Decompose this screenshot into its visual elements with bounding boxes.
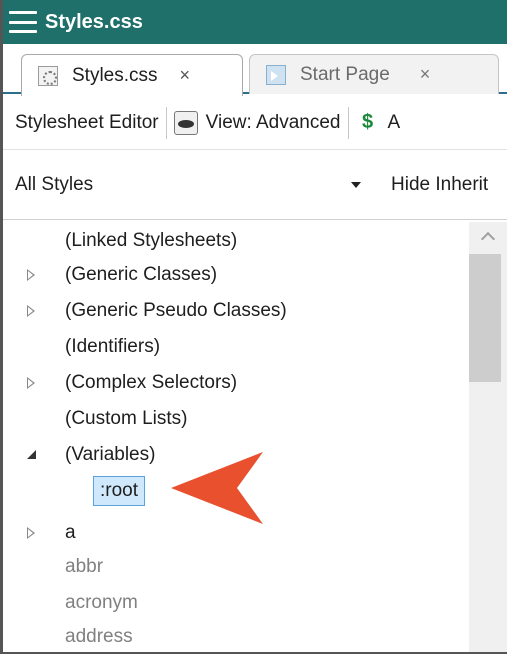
- start-page-icon: [266, 64, 286, 85]
- chevron-down-icon[interactable]: [351, 181, 361, 188]
- styles-tree: (Linked Stylesheets) (Generic Classes) (…: [3, 222, 469, 652]
- filter-bar: All Styles Hide Inherit: [3, 150, 507, 220]
- view-advanced-button[interactable]: View: Advanced: [206, 112, 341, 134]
- tree-node-label: (Linked Stylesheets): [65, 230, 238, 251]
- css-file-icon: [38, 65, 58, 86]
- tree-node-label: (Complex Selectors): [65, 372, 238, 393]
- toolbar-divider: [347, 106, 349, 139]
- vertical-scrollbar[interactable]: [469, 222, 507, 652]
- tab-strip: Styles.css × Start Page ×: [3, 44, 507, 96]
- styles-filter-dropdown[interactable]: All Styles: [15, 174, 371, 196]
- toolbar-divider: [165, 106, 167, 139]
- tree-node-label: (Custom Lists): [65, 408, 188, 429]
- callout-arrow-icon: [171, 452, 263, 524]
- tree-node-label: (Identifiers): [65, 336, 161, 357]
- tree-node-label: abbr: [65, 556, 104, 577]
- title-bar: Styles.css: [3, 0, 507, 44]
- eye-icon[interactable]: [173, 110, 198, 135]
- hamburger-icon[interactable]: [9, 11, 37, 33]
- toolbar: Stylesheet Editor View: Advanced $ A: [3, 96, 507, 150]
- scrollbar-thumb[interactable]: [469, 254, 501, 382]
- expand-arrow-icon[interactable]: [27, 377, 37, 389]
- tab-styles-css[interactable]: Styles.css ×: [21, 54, 243, 96]
- expand-arrow-icon[interactable]: [27, 527, 37, 539]
- dropdown-value: All Styles: [15, 173, 94, 195]
- tree-node-label: (Variables): [65, 444, 156, 465]
- tab-start-page[interactable]: Start Page ×: [249, 54, 499, 94]
- close-tab-icon[interactable]: ×: [420, 64, 431, 85]
- collapse-arrow-icon[interactable]: [27, 450, 36, 459]
- hide-inherited-toggle[interactable]: Hide Inherit: [391, 174, 488, 196]
- tab-label: Start Page: [300, 63, 390, 85]
- window-title: Styles.css: [45, 10, 143, 33]
- stylesheet-editor-label: Stylesheet Editor: [15, 111, 159, 133]
- tree-node-label: (Generic Classes): [65, 264, 218, 285]
- tree-node-label: (Generic Pseudo Classes): [65, 300, 287, 321]
- expand-arrow-icon[interactable]: [27, 269, 37, 281]
- selected-node-label[interactable]: :root: [93, 476, 146, 506]
- add-button-label[interactable]: A: [388, 112, 401, 134]
- tab-label: Styles.css: [72, 64, 158, 86]
- close-tab-icon[interactable]: ×: [180, 65, 191, 86]
- tree-node-label: a: [65, 522, 76, 543]
- expand-arrow-icon[interactable]: [27, 305, 37, 317]
- tree-node-label: acronym: [65, 592, 138, 613]
- add-style-icon[interactable]: $: [356, 111, 380, 135]
- tree-node-label: address: [65, 626, 133, 647]
- scroll-up-icon[interactable]: [480, 231, 496, 247]
- editor-window: Styles.css Styles.css × Start Page × Sty…: [0, 0, 507, 654]
